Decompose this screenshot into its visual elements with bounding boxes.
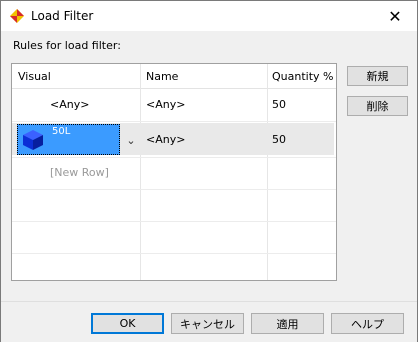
- new-row-placeholder[interactable]: [New Row]: [50, 160, 109, 184]
- rules-table[interactable]: Visual Name Quantity % <Any> <Any> 50 50…: [11, 63, 337, 281]
- load-filter-app-icon: [10, 9, 24, 23]
- row-divider: [12, 189, 336, 190]
- load-filter-dialog: Load Filter ✕ Rules for load filter: Vis…: [0, 0, 418, 342]
- cancel-button[interactable]: キャンセル: [171, 313, 244, 334]
- chevron-down-icon[interactable]: ⌄: [122, 130, 140, 150]
- table-header: Visual Name Quantity %: [12, 64, 336, 89]
- row-divider: [12, 221, 336, 222]
- close-icon: ✕: [388, 6, 402, 26]
- column-header-visual[interactable]: Visual: [18, 64, 51, 88]
- column-divider: [140, 64, 141, 280]
- table-cell-quantity[interactable]: 50: [272, 92, 286, 116]
- column-header-quantity[interactable]: Quantity %: [272, 64, 333, 88]
- cube-icon: [23, 130, 43, 150]
- title-bar: Load Filter ✕: [1, 1, 417, 31]
- row-divider: [12, 121, 336, 122]
- visual-value: 50L: [52, 126, 71, 137]
- visual-dropdown[interactable]: 50L: [17, 124, 120, 155]
- table-cell-name[interactable]: <Any>: [146, 127, 185, 151]
- table-cell-visual[interactable]: <Any>: [50, 92, 89, 116]
- row-divider: [12, 253, 336, 254]
- table-cell-quantity[interactable]: 50: [272, 127, 286, 151]
- delete-button[interactable]: 削除: [347, 96, 408, 116]
- close-button[interactable]: ✕: [373, 1, 417, 31]
- help-button[interactable]: ヘルプ: [331, 313, 404, 334]
- ok-button[interactable]: OK: [91, 313, 164, 334]
- apply-button[interactable]: 適用: [251, 313, 324, 334]
- row-divider: [12, 157, 336, 158]
- column-divider: [267, 64, 268, 280]
- window-title: Load Filter: [31, 9, 94, 23]
- rules-label: Rules for load filter:: [13, 39, 121, 52]
- table-cell-name[interactable]: <Any>: [146, 92, 185, 116]
- column-header-name[interactable]: Name: [146, 64, 178, 88]
- new-button[interactable]: 新規: [347, 66, 408, 86]
